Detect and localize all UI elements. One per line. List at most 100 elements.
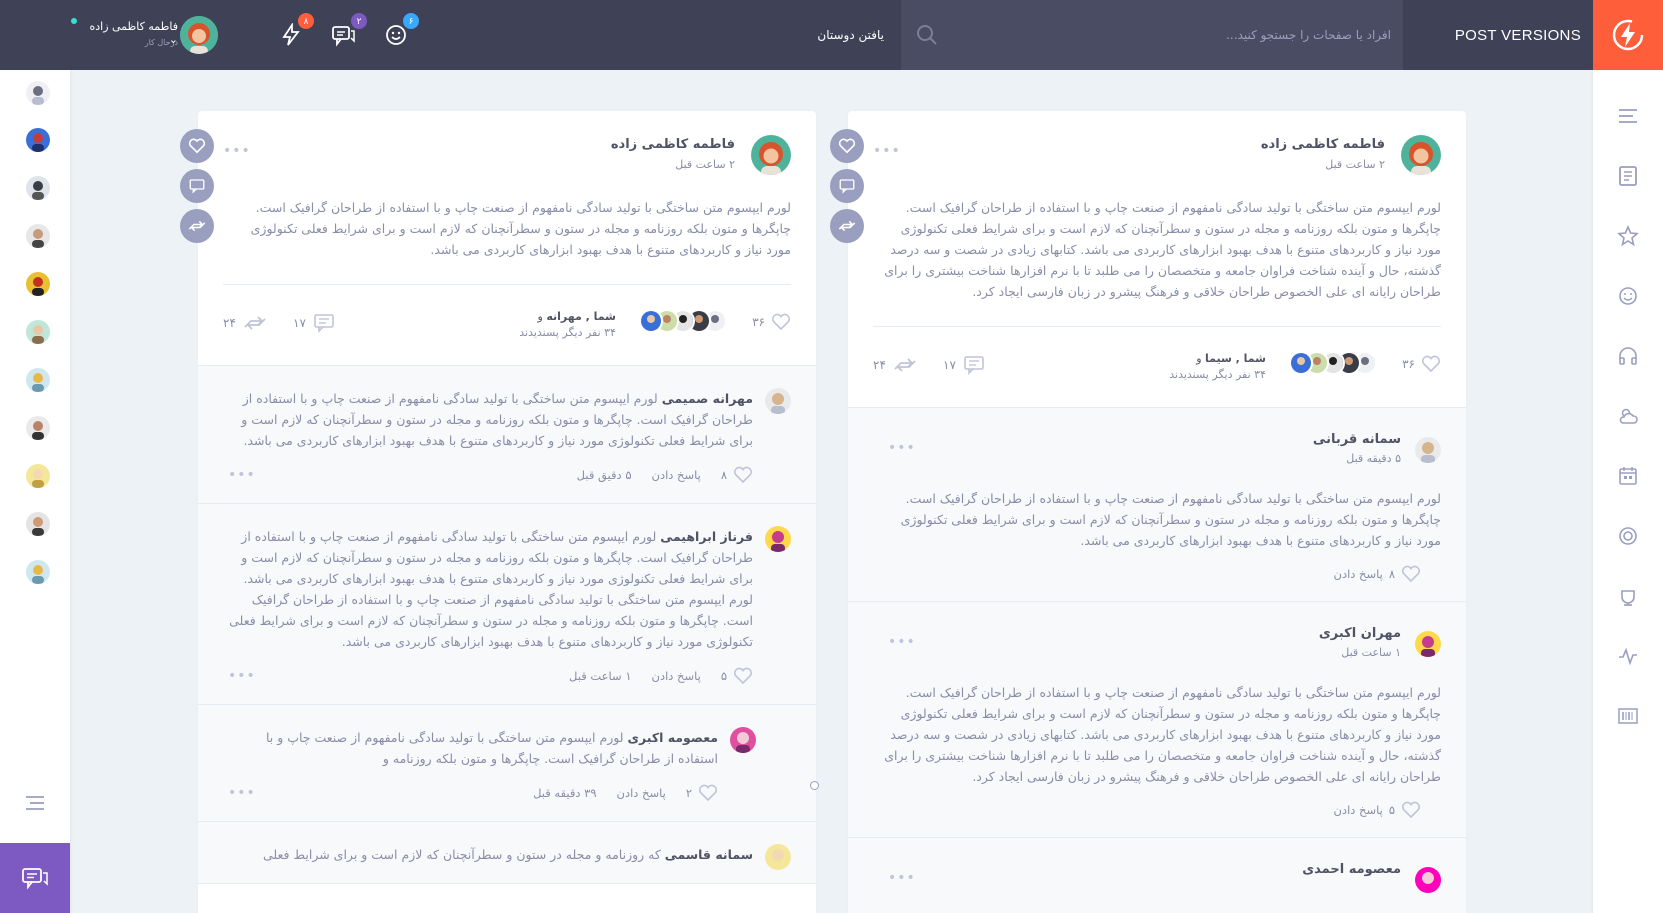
- calendar-icon[interactable]: [1616, 464, 1640, 488]
- commenter-name[interactable]: معصومه احمدی: [1302, 862, 1401, 877]
- commenter-avatar[interactable]: [1415, 867, 1441, 893]
- commenter-name[interactable]: مهران اکبری: [1319, 626, 1401, 641]
- comment-actions: ۵ پاسخ دادن ۱ ساعت قبل •••: [223, 666, 753, 686]
- commenter-name[interactable]: فرناز ابراهیمی: [660, 529, 753, 544]
- more-options-icon[interactable]: •••: [228, 668, 256, 684]
- commenter-avatar[interactable]: [765, 526, 791, 552]
- notification-badge: ۲: [351, 13, 367, 29]
- friend-avatar[interactable]: [26, 416, 50, 440]
- post-header: فاطمه کاظمی زاده ۲ ساعت قبل •••: [873, 135, 1441, 185]
- cup-icon[interactable]: [1616, 584, 1640, 608]
- heart-icon: [733, 667, 753, 685]
- heart-icon[interactable]: [1401, 801, 1421, 819]
- friend-avatar[interactable]: [26, 224, 50, 248]
- likers-avatars[interactable]: [639, 309, 727, 333]
- headphones-icon[interactable]: [1616, 344, 1640, 368]
- search-input[interactable]: [961, 0, 1391, 70]
- friend-avatar[interactable]: [26, 512, 50, 536]
- likers-names[interactable]: شما , سیما: [1205, 352, 1266, 365]
- user-name-text: فاطمه کاظمی زاده: [89, 20, 178, 33]
- like-action-button[interactable]: [180, 129, 214, 163]
- friend-avatar[interactable]: [26, 464, 50, 488]
- activity-icon[interactable]: [1616, 644, 1640, 668]
- comment-like-button[interactable]: ۸: [721, 466, 753, 484]
- reply-button[interactable]: پاسخ دادن: [1334, 803, 1383, 817]
- reply-button[interactable]: پاسخ دادن: [652, 468, 701, 482]
- comments-count-button[interactable]: ۱۷: [293, 313, 336, 333]
- reply-button[interactable]: پاسخ دادن: [617, 786, 666, 800]
- comment-actions: ۵ پاسخ دادن: [873, 801, 1421, 819]
- comment-action-button[interactable]: [180, 169, 214, 203]
- commenter-avatar[interactable]: [730, 727, 756, 753]
- comment-like-button[interactable]: ۵: [721, 667, 753, 685]
- search-bar: [901, 0, 1403, 70]
- menu-icon[interactable]: [24, 792, 46, 814]
- open-chat-button[interactable]: [0, 843, 70, 913]
- commenter-name[interactable]: سمانه قاسمی: [665, 847, 753, 862]
- comment-header: سمانه قربانی ۵ دقیقه قبل •••: [873, 432, 1441, 476]
- more-options-icon[interactable]: •••: [223, 143, 251, 159]
- more-options-icon[interactable]: •••: [888, 870, 916, 886]
- target-icon[interactable]: [1616, 524, 1640, 548]
- star-icon[interactable]: [1616, 224, 1640, 248]
- friend-requests-button[interactable]: ۶: [381, 13, 419, 50]
- brand-logo-button[interactable]: [1593, 0, 1663, 70]
- like-action-button[interactable]: [830, 129, 864, 163]
- activity-button[interactable]: ۸: [276, 13, 314, 50]
- barcode-icon[interactable]: [1616, 704, 1640, 728]
- more-options-icon[interactable]: •••: [228, 467, 256, 483]
- more-options-icon[interactable]: •••: [228, 785, 256, 801]
- reply-button[interactable]: پاسخ دادن: [652, 669, 701, 683]
- friend-avatar[interactable]: [26, 81, 50, 105]
- friend-avatar[interactable]: [26, 128, 50, 152]
- post-footer: ۳۶ شما , مهرانه و ۳۴ نفر دیگر پسندیدند ۱…: [223, 285, 791, 365]
- newsfeed-icon[interactable]: [1616, 164, 1640, 188]
- more-options-icon[interactable]: •••: [873, 143, 901, 159]
- friend-avatar[interactable]: [26, 272, 50, 296]
- heart-icon[interactable]: [1401, 565, 1421, 583]
- find-friends-link[interactable]: یافتن دوستان: [817, 0, 884, 70]
- like-button[interactable]: ۳۶: [1402, 355, 1441, 373]
- friend-avatar[interactable]: [26, 368, 50, 392]
- like-button[interactable]: ۳۶: [752, 313, 791, 331]
- author-avatar[interactable]: [1401, 135, 1441, 175]
- search-icon[interactable]: [915, 23, 939, 47]
- post-author[interactable]: فاطمه کاظمی زاده: [611, 137, 735, 152]
- comment-like-button[interactable]: ۲: [686, 784, 718, 802]
- more-options-icon[interactable]: •••: [888, 440, 916, 456]
- shares-count-button[interactable]: ۲۴: [873, 355, 918, 375]
- post-footer: ۳۶ شما , سیما و ۳۴ نفر دیگر پسندیدند ۱۷ …: [873, 327, 1441, 407]
- likers-names[interactable]: شما , مهرانه: [546, 310, 616, 323]
- more-options-icon[interactable]: •••: [888, 634, 916, 650]
- likers-avatars[interactable]: [1289, 351, 1377, 375]
- comment: سمانه قربانی ۵ دقیقه قبل ••• لورم ایپسوم…: [848, 408, 1466, 602]
- commenter-avatar[interactable]: [1415, 631, 1441, 657]
- post-header: فاطمه کاظمی زاده ۲ ساعت قبل •••: [223, 135, 791, 185]
- commenter-avatar[interactable]: [765, 388, 791, 414]
- commenter-avatar[interactable]: [1415, 437, 1441, 463]
- comment-action-button[interactable]: [830, 169, 864, 203]
- commenter-avatar[interactable]: [765, 844, 791, 870]
- chat-icon: [22, 868, 48, 890]
- author-avatar[interactable]: [751, 135, 791, 175]
- friend-avatar[interactable]: [26, 560, 50, 584]
- commenter-name[interactable]: سمانه قربانی: [1313, 432, 1401, 447]
- scroll-indicator[interactable]: [810, 781, 819, 790]
- menu-icon[interactable]: [1616, 104, 1640, 128]
- comment-actions: ۸ پاسخ دادن: [873, 565, 1421, 583]
- post-author[interactable]: فاطمه کاظمی زاده: [1261, 137, 1385, 152]
- reply-button[interactable]: پاسخ دادن: [1334, 567, 1383, 581]
- share-action-button[interactable]: [180, 209, 214, 243]
- share-action-button[interactable]: [830, 209, 864, 243]
- comments-count-button[interactable]: ۱۷: [943, 355, 986, 375]
- user-avatar[interactable]: [180, 16, 218, 54]
- comment-actions: ۸ پاسخ دادن ۵ دقیق قبل •••: [223, 465, 753, 485]
- commenter-name[interactable]: معصومه اکبری: [627, 730, 718, 745]
- shares-count-button[interactable]: ۲۴: [223, 313, 268, 333]
- friend-avatar[interactable]: [26, 176, 50, 200]
- happy-face-icon[interactable]: [1616, 284, 1640, 308]
- commenter-name[interactable]: مهرانه صمیمی: [662, 391, 753, 406]
- friend-avatar[interactable]: [26, 320, 50, 344]
- messages-button[interactable]: ۲: [329, 13, 367, 50]
- weather-icon[interactable]: [1616, 404, 1640, 428]
